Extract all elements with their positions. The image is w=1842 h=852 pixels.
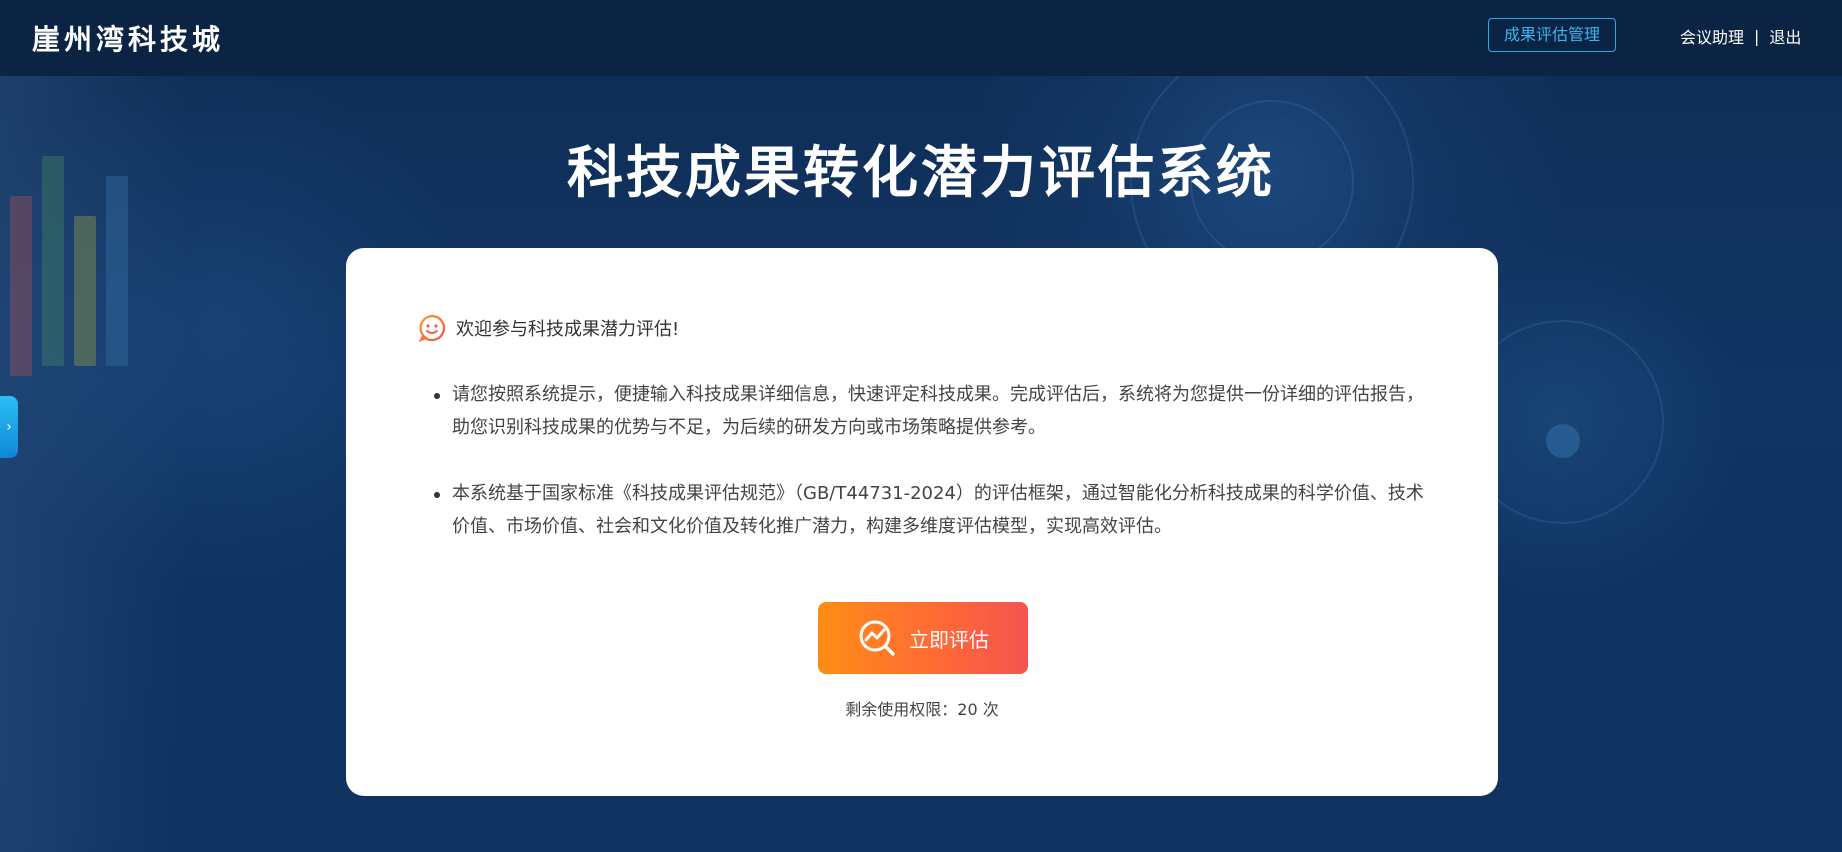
welcome-text: 欢迎参与科技成果潜力评估! [456, 319, 680, 340]
background-bar [10, 196, 32, 376]
start-evaluation-label: 立即评估 [909, 627, 989, 652]
background-bar [74, 216, 96, 366]
top-navigation-bar: 崖州湾科技城 成果评估管理 会议助理 | 退出 [0, 0, 1842, 76]
start-evaluation-button[interactable]: 立即评估 [818, 602, 1028, 674]
page-title: 科技成果转化潜力评估系统 [567, 141, 1275, 206]
welcome-row: 欢迎参与科技成果潜力评估! [418, 314, 679, 342]
meeting-assistant-link[interactable]: 会议助理 [1680, 24, 1744, 48]
logout-link[interactable]: 退出 [1769, 24, 1801, 48]
user-links: 会议助理 | 退出 [1680, 24, 1801, 48]
intro-card: 欢迎参与科技成果潜力评估! 请您按照系统提示，便捷输入科技成果详细信息，快速评定… [346, 248, 1498, 796]
remaining-quota-text: 剩余使用权限：20 次 [845, 700, 999, 719]
side-expand-tab[interactable]: › [0, 396, 18, 458]
manage-evaluations-button[interactable]: 成果评估管理 [1488, 18, 1616, 52]
brand-logo-text: 崖州湾科技城 [32, 23, 225, 56]
chevron-right-icon: › [6, 419, 12, 435]
chart-search-icon [859, 620, 895, 656]
intro-bullet-list: 请您按照系统提示，便捷输入科技成果详细信息，快速评定科技成果。完成评估后，系统将… [434, 378, 1434, 576]
smile-chat-icon [418, 314, 446, 342]
list-item: 请您按照系统提示，便捷输入科技成果详细信息，快速评定科技成果。完成评估后，系统将… [434, 378, 1434, 444]
list-item: 本系统基于国家标准《科技成果评估规范》（GB/T44731-2024）的评估框架… [434, 477, 1434, 543]
nav-separator: | [1754, 26, 1760, 46]
background-dot [1546, 424, 1580, 458]
